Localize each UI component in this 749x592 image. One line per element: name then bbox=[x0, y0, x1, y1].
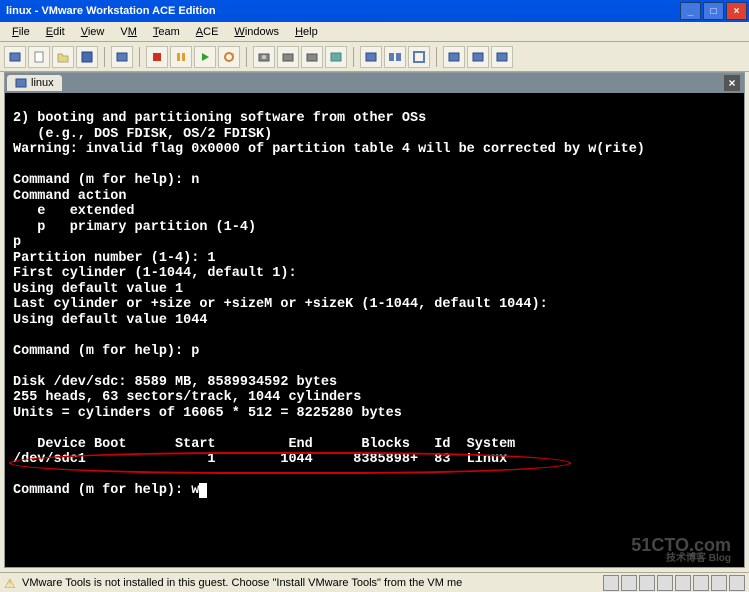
menu-vm[interactable]: VM bbox=[112, 24, 145, 40]
play-button[interactable] bbox=[194, 46, 216, 68]
menubar: File Edit View VM Team ACE Windows Help bbox=[0, 22, 749, 42]
summary-button[interactable] bbox=[443, 46, 465, 68]
toolbar-save-icon[interactable] bbox=[76, 46, 98, 68]
tray-hdd2-icon[interactable] bbox=[621, 575, 637, 591]
toolbar-new-icon[interactable] bbox=[28, 46, 50, 68]
unity-button[interactable] bbox=[467, 46, 489, 68]
fullscreen-button[interactable] bbox=[408, 46, 430, 68]
tab-close-button[interactable]: × bbox=[724, 75, 740, 91]
minimize-button[interactable]: _ bbox=[680, 2, 701, 20]
toolbar-poweron-icon[interactable] bbox=[4, 46, 26, 68]
screenshot-button[interactable] bbox=[325, 46, 347, 68]
tray-sound-icon[interactable] bbox=[711, 575, 727, 591]
content-area: linux × 2) booting and partitioning soft… bbox=[4, 72, 745, 568]
pause-button[interactable] bbox=[170, 46, 192, 68]
status-text: VMware Tools is not installed in this gu… bbox=[22, 577, 599, 589]
menu-windows[interactable]: Windows bbox=[226, 24, 287, 40]
toolbar-open-icon[interactable] bbox=[52, 46, 74, 68]
tray-floppy-icon[interactable] bbox=[657, 575, 673, 591]
menu-help[interactable]: Help bbox=[287, 24, 326, 40]
toolbar-separator bbox=[353, 47, 354, 67]
window-title: linux - VMware Workstation ACE Edition bbox=[2, 5, 680, 17]
maximize-button[interactable]: □ bbox=[703, 2, 724, 20]
highlight-oval bbox=[9, 452, 571, 474]
stop-button[interactable] bbox=[146, 46, 168, 68]
tray-printer-icon[interactable] bbox=[729, 575, 745, 591]
menu-view[interactable]: View bbox=[73, 24, 113, 40]
toolbar-separator bbox=[246, 47, 247, 67]
close-button[interactable]: × bbox=[726, 2, 747, 20]
statusbar: ⚠ VMware Tools is not installed in this … bbox=[0, 572, 749, 592]
terminal[interactable]: 2) booting and partitioning software fro… bbox=[5, 93, 744, 567]
reset-button[interactable] bbox=[218, 46, 240, 68]
menu-edit[interactable]: Edit bbox=[38, 24, 73, 40]
tab-label: linux bbox=[31, 77, 54, 89]
snapshot-button[interactable] bbox=[253, 46, 275, 68]
toolbar-separator bbox=[436, 47, 437, 67]
menu-team[interactable]: Team bbox=[145, 24, 188, 40]
toolbar-settings-icon[interactable] bbox=[111, 46, 133, 68]
revert-button[interactable] bbox=[277, 46, 299, 68]
titlebar: linux - VMware Workstation ACE Edition _… bbox=[0, 0, 749, 22]
tab-linux[interactable]: linux bbox=[7, 75, 62, 91]
tray-cd-icon[interactable] bbox=[639, 575, 655, 591]
tab-strip: linux × bbox=[5, 73, 744, 93]
toolbar-separator bbox=[104, 47, 105, 67]
toolbar bbox=[0, 42, 749, 72]
tray-icons bbox=[603, 575, 745, 591]
window-controls: _ □ × bbox=[680, 2, 747, 20]
menu-file[interactable]: File bbox=[4, 24, 38, 40]
manage-snapshots-button[interactable] bbox=[301, 46, 323, 68]
sidebar-button[interactable] bbox=[491, 46, 513, 68]
vm-icon bbox=[15, 77, 27, 89]
quickswitch-button[interactable] bbox=[384, 46, 406, 68]
tray-usb-icon[interactable] bbox=[693, 575, 709, 591]
warning-icon: ⚠ bbox=[4, 576, 18, 590]
tray-network-icon[interactable] bbox=[675, 575, 691, 591]
tray-hdd-icon[interactable] bbox=[603, 575, 619, 591]
show-console-button[interactable] bbox=[360, 46, 382, 68]
toolbar-separator bbox=[139, 47, 140, 67]
menu-ace[interactable]: ACE bbox=[188, 24, 227, 40]
